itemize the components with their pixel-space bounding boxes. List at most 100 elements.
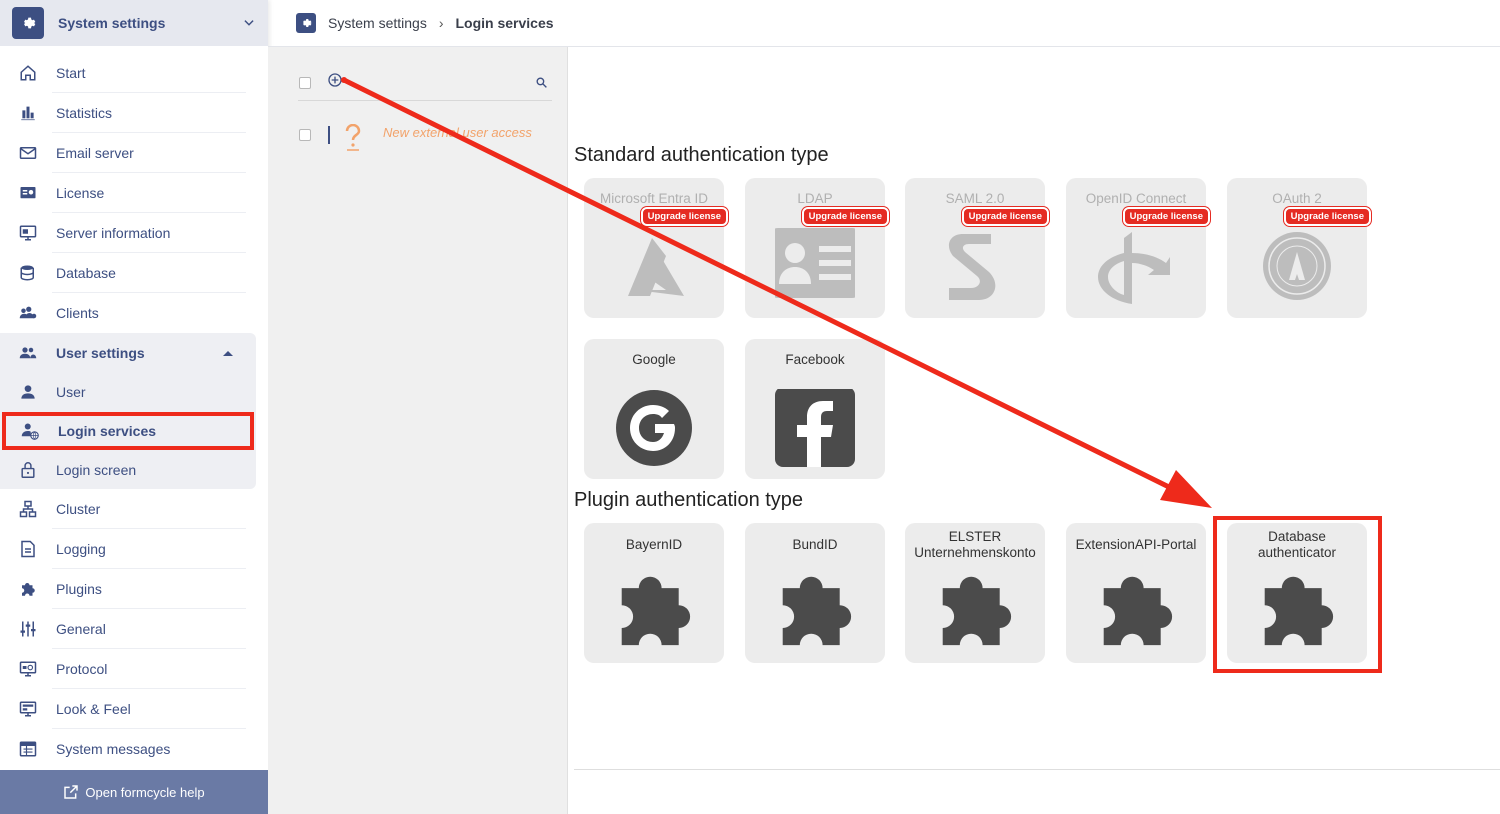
breadcrumb-current: Login services — [455, 15, 554, 31]
main-content: Standard authentication type Microsoft E… — [568, 47, 1500, 814]
sidebar-item-user-settings[interactable]: User settings — [0, 333, 256, 373]
sidebar-item-label: Cluster — [56, 501, 101, 517]
caret-up-icon[interactable] — [222, 349, 234, 357]
sidebar-item-license[interactable]: License — [0, 173, 268, 213]
sidebar-item-clients[interactable]: Clients — [0, 293, 268, 333]
logging-icon — [18, 539, 38, 559]
settings-gear-icon — [296, 13, 316, 33]
tile-facebook[interactable]: Facebook — [745, 339, 885, 479]
azure-icon — [628, 238, 684, 296]
chevron-right-icon: › — [438, 15, 444, 31]
sidebar-item-database[interactable]: Database — [0, 253, 268, 293]
puzzle-icon — [1103, 576, 1173, 646]
sidebar-item-look-feel[interactable]: Look & Feel — [0, 689, 268, 729]
tile-label: BundID — [792, 537, 838, 552]
sidebar-item-protocol[interactable]: Protocol — [0, 649, 268, 689]
sidebar-item-cluster[interactable]: Cluster — [0, 489, 268, 529]
tile-label: Google — [632, 352, 676, 367]
tile-label: ELSTER Unternehmenskonto — [914, 529, 1036, 560]
tile-microsoft-entra-id[interactable]: Microsoft Entra ID Upgrade license — [584, 178, 728, 318]
tile-label: Facebook — [785, 352, 845, 367]
sidebar-item-start[interactable]: Start — [0, 53, 268, 93]
tile-google[interactable]: Google — [584, 339, 724, 479]
tile-saml-2-0[interactable]: SAML 2.0 Upgrade license — [905, 178, 1049, 318]
sidebar-item-server-information[interactable]: Server information — [0, 213, 268, 253]
chevron-down-icon[interactable] — [242, 16, 256, 30]
puzzle-icon — [621, 576, 691, 646]
help-link[interactable]: Open formcycle help — [0, 770, 268, 814]
database-icon — [18, 263, 38, 283]
sidebar-item-general[interactable]: General — [0, 609, 268, 649]
mail-icon — [18, 143, 38, 163]
tile-oauth-2[interactable]: OAuth 2 Upgrade license — [1227, 178, 1371, 318]
upgrade-license-badge[interactable]: Upgrade license — [640, 207, 728, 226]
sidebar-item-label: Plugins — [56, 581, 102, 597]
sidebar-item-label: Start — [56, 65, 86, 81]
cluster-icon — [18, 499, 38, 519]
breadcrumb-root[interactable]: System settings — [328, 15, 427, 31]
sidebar-item-label: System messages — [56, 741, 171, 757]
sliders-icon — [18, 619, 38, 639]
bar-chart-icon — [18, 103, 38, 123]
highlight-box — [1213, 516, 1382, 673]
facebook-icon — [775, 389, 855, 467]
tile-label: OpenID Connect — [1085, 191, 1187, 206]
oauth-icon — [1263, 232, 1331, 300]
sidebar-item-label: Protocol — [56, 661, 108, 677]
upgrade-license-badge[interactable]: Upgrade license — [1283, 207, 1371, 226]
sidebar-item-user[interactable]: User — [0, 373, 256, 411]
sidebar-item-label: User — [56, 384, 86, 400]
plugin-section-title: Plugin authentication type — [574, 489, 804, 511]
puzzle-icon — [782, 576, 852, 646]
upgrade-license-badge[interactable]: Upgrade license — [1122, 207, 1210, 226]
license-icon — [18, 183, 38, 203]
tile-label: SAML 2.0 — [945, 191, 1005, 206]
upgrade-license-badge[interactable]: Upgrade license — [801, 207, 889, 226]
list-item-checkbox[interactable] — [299, 129, 311, 141]
tile-label: OAuth 2 — [1272, 191, 1322, 206]
sidebar-item-statistics[interactable]: Statistics — [0, 93, 268, 133]
sidebar-item-login-screen[interactable]: Login screen — [0, 451, 256, 489]
sidebar-item-label: Clients — [56, 305, 99, 321]
sidebar-item-label: General — [56, 621, 106, 637]
tile-bundid[interactable]: BundID — [745, 523, 885, 663]
tile-openid-connect[interactable]: OpenID Connect Upgrade license — [1066, 178, 1210, 318]
upgrade-license-badge[interactable]: Upgrade license — [961, 207, 1049, 226]
sidebar-item-label: Server information — [56, 225, 171, 241]
user-globe-icon — [20, 421, 40, 441]
divider — [574, 769, 1500, 770]
sidebar-item-email-server[interactable]: Email server — [0, 133, 268, 173]
sidebar-item-plugins[interactable]: Plugins — [0, 569, 268, 609]
puzzle-icon — [18, 579, 38, 599]
google-icon — [616, 390, 692, 466]
list-item-label: New external user access — [383, 125, 532, 140]
tile-label: ExtensionAPI-Portal — [1075, 537, 1197, 552]
sidebar-item-label: License — [56, 185, 105, 201]
puzzle-icon — [942, 576, 1012, 646]
protocol-icon — [18, 659, 38, 679]
home-icon — [18, 63, 38, 83]
saml-icon — [948, 234, 996, 300]
sidebar-item-label: User settings — [56, 345, 145, 361]
sidebar-item-label: Statistics — [56, 105, 113, 121]
openid-icon — [1098, 232, 1170, 304]
sidebar-item-login-services[interactable]: Login services — [2, 412, 254, 450]
tile-extensionapi-portal[interactable]: ExtensionAPI-Portal — [1066, 523, 1206, 663]
user-icon — [18, 382, 38, 402]
sidebar-item-label: Logging — [56, 541, 106, 557]
sidebar-item-system-messages[interactable]: System messages — [0, 729, 268, 769]
sidebar-item-label: Look & Feel — [56, 701, 131, 717]
question-mark-icon — [345, 124, 361, 151]
search-icon[interactable] — [535, 76, 548, 89]
sidebar-header[interactable]: System settings — [0, 0, 268, 46]
sidebar-item-logging[interactable]: Logging — [0, 529, 268, 569]
id-card-icon — [775, 228, 855, 298]
tile-elster-unternehmenskonto[interactable]: ELSTER Unternehmenskonto — [905, 523, 1045, 663]
lock-icon — [18, 460, 38, 480]
look-feel-icon — [18, 699, 38, 719]
monitor-info-icon — [18, 223, 38, 243]
tile-bayernid[interactable]: BayernID — [584, 523, 724, 663]
sidebar-title: System settings — [58, 15, 166, 31]
tile-ldap[interactable]: LDAP Upgrade license — [745, 178, 889, 318]
add-circle-icon[interactable] — [327, 72, 343, 88]
